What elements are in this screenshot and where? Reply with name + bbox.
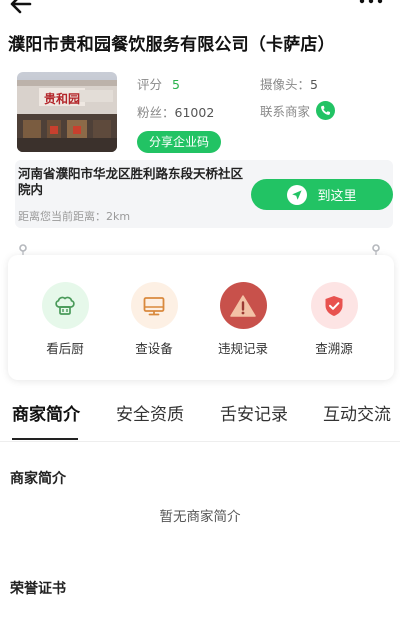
fans-value: 61002 [174,105,215,120]
shield-check-icon [310,282,358,329]
store-sign: 贵和园 [44,92,81,106]
tab-merchant-intro[interactable]: 商家简介 [12,400,80,425]
navigate-button[interactable]: 到这里 [251,179,393,210]
intro-empty-text: 暂无商家简介 [159,509,241,525]
view-kitchen-button[interactable]: 看后厨 [30,282,100,357]
navigation-arrow-icon [287,184,308,205]
fans-stat: 粉丝：61002 [137,102,214,121]
score-stat: 评分 5 [137,74,180,93]
camera-value: 5 [310,77,318,92]
traceability-button[interactable]: 查溯源 [299,282,369,357]
tab-interaction[interactable]: 互动交流 [323,400,391,425]
chef-hat-icon [41,282,89,329]
tab-tongue-safety-records[interactable]: 舌安记录 [220,400,288,425]
score-label: 评分 [137,77,163,92]
function-label: 看后厨 [46,341,84,356]
fans-label: 粉丝： [137,105,175,120]
functions-card: 看后厨 查设备 违规记录 查溯源 [8,255,394,380]
camera-label: 摄像头： [260,77,311,92]
function-label: 查溯源 [315,341,353,356]
arrow-left-icon[interactable] [8,0,34,14]
page-title: 濮阳市贵和园餐饮服务有限公司（卡萨店） [8,35,335,55]
storefront-photo[interactable]: 贵和园 [17,72,117,152]
violation-records-button[interactable]: 违规记录 [208,282,278,357]
camera-stat: 摄像头：5 [260,74,318,93]
warning-icon [219,282,267,329]
address-text: 河南省濮阳市华龙区胜利路东段天桥社区院内 [18,166,244,197]
function-label: 违规记录 [217,341,268,356]
tab-bar: 商家简介 安全资质 舌安记录 互动交流 [0,398,400,442]
function-label: 查设备 [135,341,173,356]
score-value: 5 [172,77,180,92]
contact-merchant-button[interactable]: 联系商家 [260,101,336,120]
monitor-icon [130,282,178,329]
tab-safety-qualification[interactable]: 安全资质 [116,400,184,425]
contact-label: 联系商家 [260,104,311,119]
phone-icon [316,101,336,120]
navigate-label: 到这里 [317,189,357,204]
address-card: 河南省濮阳市华龙区胜利路东段天桥社区院内 距离您当前距离：2km 到这里 [15,160,393,228]
top-bar [0,0,400,22]
honor-heading: 荣誉证书 [10,581,66,597]
intro-heading: 商家简介 [10,471,66,487]
ellipsis-icon[interactable] [358,0,384,8]
distance-text: 距离您当前距离：2km [18,210,131,223]
active-tab-indicator [12,438,78,440]
check-equipment-button[interactable]: 查设备 [119,282,189,357]
share-code-button[interactable]: 分享企业码 [137,131,221,153]
